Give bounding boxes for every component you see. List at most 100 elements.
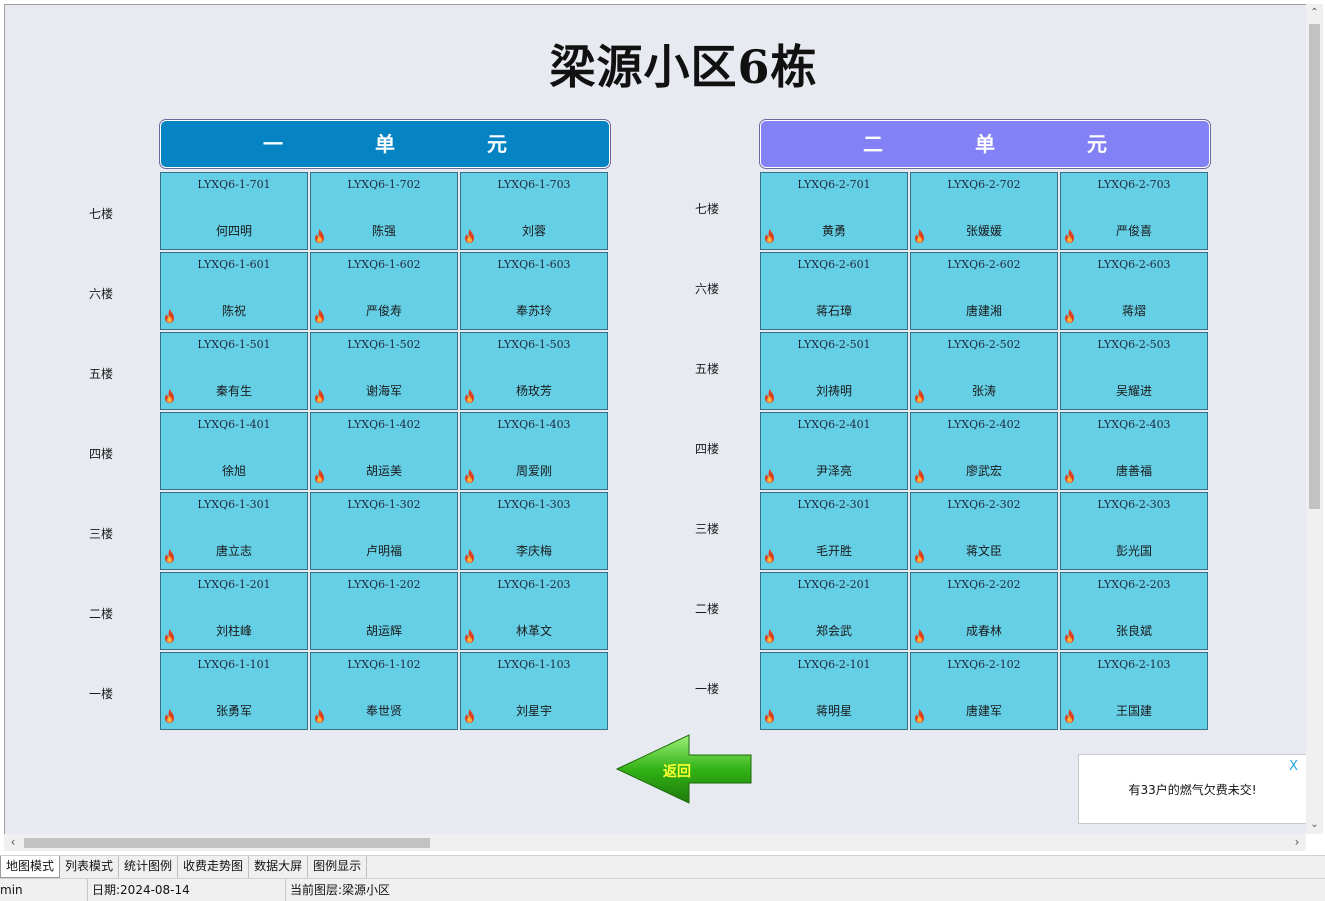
vertical-scrollbar[interactable]: ⌃ ⌄ bbox=[1306, 4, 1323, 834]
room-cell[interactable]: LYXQ6-2-101 蒋明星 bbox=[760, 652, 908, 730]
room-cell[interactable]: LYXQ6-2-701 黄勇 bbox=[760, 172, 908, 250]
floor-label: 一楼 bbox=[695, 682, 720, 696]
room-cell[interactable]: LYXQ6-2-401 尹泽亮 bbox=[760, 412, 908, 490]
room-cell[interactable]: LYXQ6-2-503 吴耀进 bbox=[1060, 332, 1208, 410]
notice-close-button[interactable]: X bbox=[1289, 759, 1298, 774]
room-cell[interactable]: LYXQ6-2-502 张涛 bbox=[910, 332, 1058, 410]
room-cell[interactable]: LYXQ6-1-503 杨玫芳 bbox=[460, 332, 608, 410]
room-cell[interactable]: LYXQ6-2-403 唐善福 bbox=[1060, 412, 1208, 490]
resident-name: 严俊寿 bbox=[365, 304, 402, 318]
resident-name: 张媛媛 bbox=[965, 224, 1002, 238]
gas-flame-icon bbox=[164, 708, 175, 723]
floor-label: 一楼 bbox=[89, 687, 114, 701]
resident-name: 奉世贤 bbox=[365, 704, 402, 718]
room-cell[interactable]: LYXQ6-1-401 徐旭 bbox=[160, 412, 308, 490]
room-cell[interactable]: LYXQ6-2-703 严俊喜 bbox=[1060, 172, 1208, 250]
room-code: LYXQ6-1-502 bbox=[347, 338, 421, 351]
room-code: LYXQ6-1-602 bbox=[347, 258, 421, 271]
room-cell[interactable]: LYXQ6-1-501 秦有生 bbox=[160, 332, 308, 410]
scroll-up-icon[interactable]: ⌃ bbox=[1306, 4, 1323, 22]
room-cell[interactable]: LYXQ6-2-102 唐建军 bbox=[910, 652, 1058, 730]
room-cell[interactable]: LYXQ6-1-601 陈祝 bbox=[160, 252, 308, 330]
gas-flame-icon bbox=[164, 388, 175, 403]
resident-name: 周爱刚 bbox=[515, 464, 552, 478]
gas-flame-icon bbox=[314, 308, 325, 323]
room-cell[interactable]: LYXQ6-2-402 廖武宏 bbox=[910, 412, 1058, 490]
room-code: LYXQ6-1-202 bbox=[347, 578, 421, 591]
floor-label: 三楼 bbox=[695, 522, 720, 536]
floor-label: 六楼 bbox=[695, 282, 720, 296]
resident-name: 张勇军 bbox=[215, 704, 252, 718]
room-cell[interactable]: LYXQ6-1-101 张勇军 bbox=[160, 652, 308, 730]
gas-flame-icon bbox=[1064, 708, 1075, 723]
room-cell[interactable]: LYXQ6-2-501 刘祷明 bbox=[760, 332, 908, 410]
room-cell[interactable]: LYXQ6-1-202 胡运辉 bbox=[310, 572, 458, 650]
tab-legend-display[interactable]: 图例显示 bbox=[308, 856, 368, 878]
gas-flame-icon bbox=[464, 708, 475, 723]
unit-1-grid: LYXQ6-1-701 何四明 LYXQ6-1-702 陈强 LYXQ6-1-703 刘蓉… bbox=[160, 172, 610, 730]
tab-list-mode[interactable]: 列表模式 bbox=[60, 856, 120, 878]
room-cell[interactable]: LYXQ6-2-603 蒋熠 bbox=[1060, 252, 1208, 330]
floor-label: 四楼 bbox=[695, 442, 720, 456]
gas-flame-icon bbox=[314, 468, 325, 483]
floor-label: 七楼 bbox=[89, 207, 114, 221]
room-cell[interactable]: LYXQ6-2-301 毛开胜 bbox=[760, 492, 908, 570]
tab-fee-trend[interactable]: 收费走势图 bbox=[178, 856, 250, 878]
resident-name: 蒋石璋 bbox=[815, 304, 852, 318]
resident-name: 张涛 bbox=[971, 384, 996, 398]
room-cell[interactable]: LYXQ6-1-602 严俊寿 bbox=[310, 252, 458, 330]
room-cell[interactable]: LYXQ6-1-702 陈强 bbox=[310, 172, 458, 250]
room-cell[interactable]: LYXQ6-1-102 奉世贤 bbox=[310, 652, 458, 730]
tab-data-screen[interactable]: 数据大屏 bbox=[249, 856, 309, 878]
resident-name: 卢明福 bbox=[365, 544, 402, 558]
tab-stats-legend[interactable]: 统计图例 bbox=[119, 856, 179, 878]
room-code: LYXQ6-1-201 bbox=[197, 578, 271, 591]
room-cell[interactable]: LYXQ6-1-301 唐立志 bbox=[160, 492, 308, 570]
room-code: LYXQ6-1-401 bbox=[197, 418, 271, 431]
room-cell[interactable]: LYXQ6-1-103 刘星宇 bbox=[460, 652, 608, 730]
room-code: LYXQ6-1-601 bbox=[197, 258, 271, 271]
room-cell[interactable]: LYXQ6-2-203 张良斌 bbox=[1060, 572, 1208, 650]
room-cell[interactable]: LYXQ6-2-601 蒋石璋 bbox=[760, 252, 908, 330]
horizontal-scrollbar[interactable]: ‹ › bbox=[4, 834, 1306, 851]
scroll-left-icon[interactable]: ‹ bbox=[4, 834, 22, 851]
room-cell[interactable]: LYXQ6-1-703 刘蓉 bbox=[460, 172, 608, 250]
room-code: LYXQ6-2-701 bbox=[797, 178, 871, 191]
gas-flame-icon bbox=[1064, 628, 1075, 643]
room-code: LYXQ6-1-302 bbox=[347, 498, 421, 511]
room-code: LYXQ6-2-502 bbox=[947, 338, 1021, 351]
room-cell[interactable]: LYXQ6-2-303 彭光国 bbox=[1060, 492, 1208, 570]
resident-name: 奉苏玲 bbox=[515, 304, 552, 318]
tab-map-mode[interactable]: 地图模式 bbox=[0, 856, 61, 878]
horizontal-scroll-thumb[interactable] bbox=[24, 838, 430, 848]
room-cell[interactable]: LYXQ6-1-403 周爱刚 bbox=[460, 412, 608, 490]
resident-name: 蒋明星 bbox=[815, 704, 852, 718]
room-cell[interactable]: LYXQ6-1-201 刘柱峰 bbox=[160, 572, 308, 650]
room-cell[interactable]: LYXQ6-1-203 林革文 bbox=[460, 572, 608, 650]
room-cell[interactable]: LYXQ6-2-202 成春林 bbox=[910, 572, 1058, 650]
room-cell[interactable]: LYXQ6-1-502 谢海军 bbox=[310, 332, 458, 410]
room-code: LYXQ6-2-103 bbox=[1097, 658, 1171, 671]
room-cell[interactable]: LYXQ6-1-402 胡运美 bbox=[310, 412, 458, 490]
room-cell[interactable]: LYXQ6-1-701 何四明 bbox=[160, 172, 308, 250]
room-cell[interactable]: LYXQ6-1-303 李庆梅 bbox=[460, 492, 608, 570]
scroll-down-icon[interactable]: ⌄ bbox=[1306, 816, 1323, 834]
room-cell[interactable]: LYXQ6-2-302 蒋文臣 bbox=[910, 492, 1058, 570]
room-cell[interactable]: LYXQ6-2-602 唐建湘 bbox=[910, 252, 1058, 330]
room-code: LYXQ6-1-101 bbox=[197, 658, 271, 671]
scroll-right-icon[interactable]: › bbox=[1288, 834, 1306, 851]
room-cell[interactable]: LYXQ6-1-603 奉苏玲 bbox=[460, 252, 608, 330]
gas-flame-icon bbox=[764, 228, 775, 243]
room-cell[interactable]: LYXQ6-2-103 王国建 bbox=[1060, 652, 1208, 730]
vertical-scroll-thumb[interactable] bbox=[1309, 24, 1320, 509]
resident-name: 唐建湘 bbox=[965, 304, 1002, 318]
status-bar: min 日期:2024-08-14 当前图层:梁源小区 bbox=[0, 878, 1325, 901]
room-code: LYXQ6-1-102 bbox=[347, 658, 421, 671]
resident-name: 杨玫芳 bbox=[515, 384, 552, 398]
room-cell[interactable]: LYXQ6-1-302 卢明福 bbox=[310, 492, 458, 570]
resident-name: 徐旭 bbox=[221, 464, 246, 478]
back-button[interactable]: 返回 bbox=[615, 733, 755, 805]
gas-flame-icon bbox=[464, 548, 475, 563]
room-cell[interactable]: LYXQ6-2-702 张媛媛 bbox=[910, 172, 1058, 250]
room-cell[interactable]: LYXQ6-2-201 郑会武 bbox=[760, 572, 908, 650]
